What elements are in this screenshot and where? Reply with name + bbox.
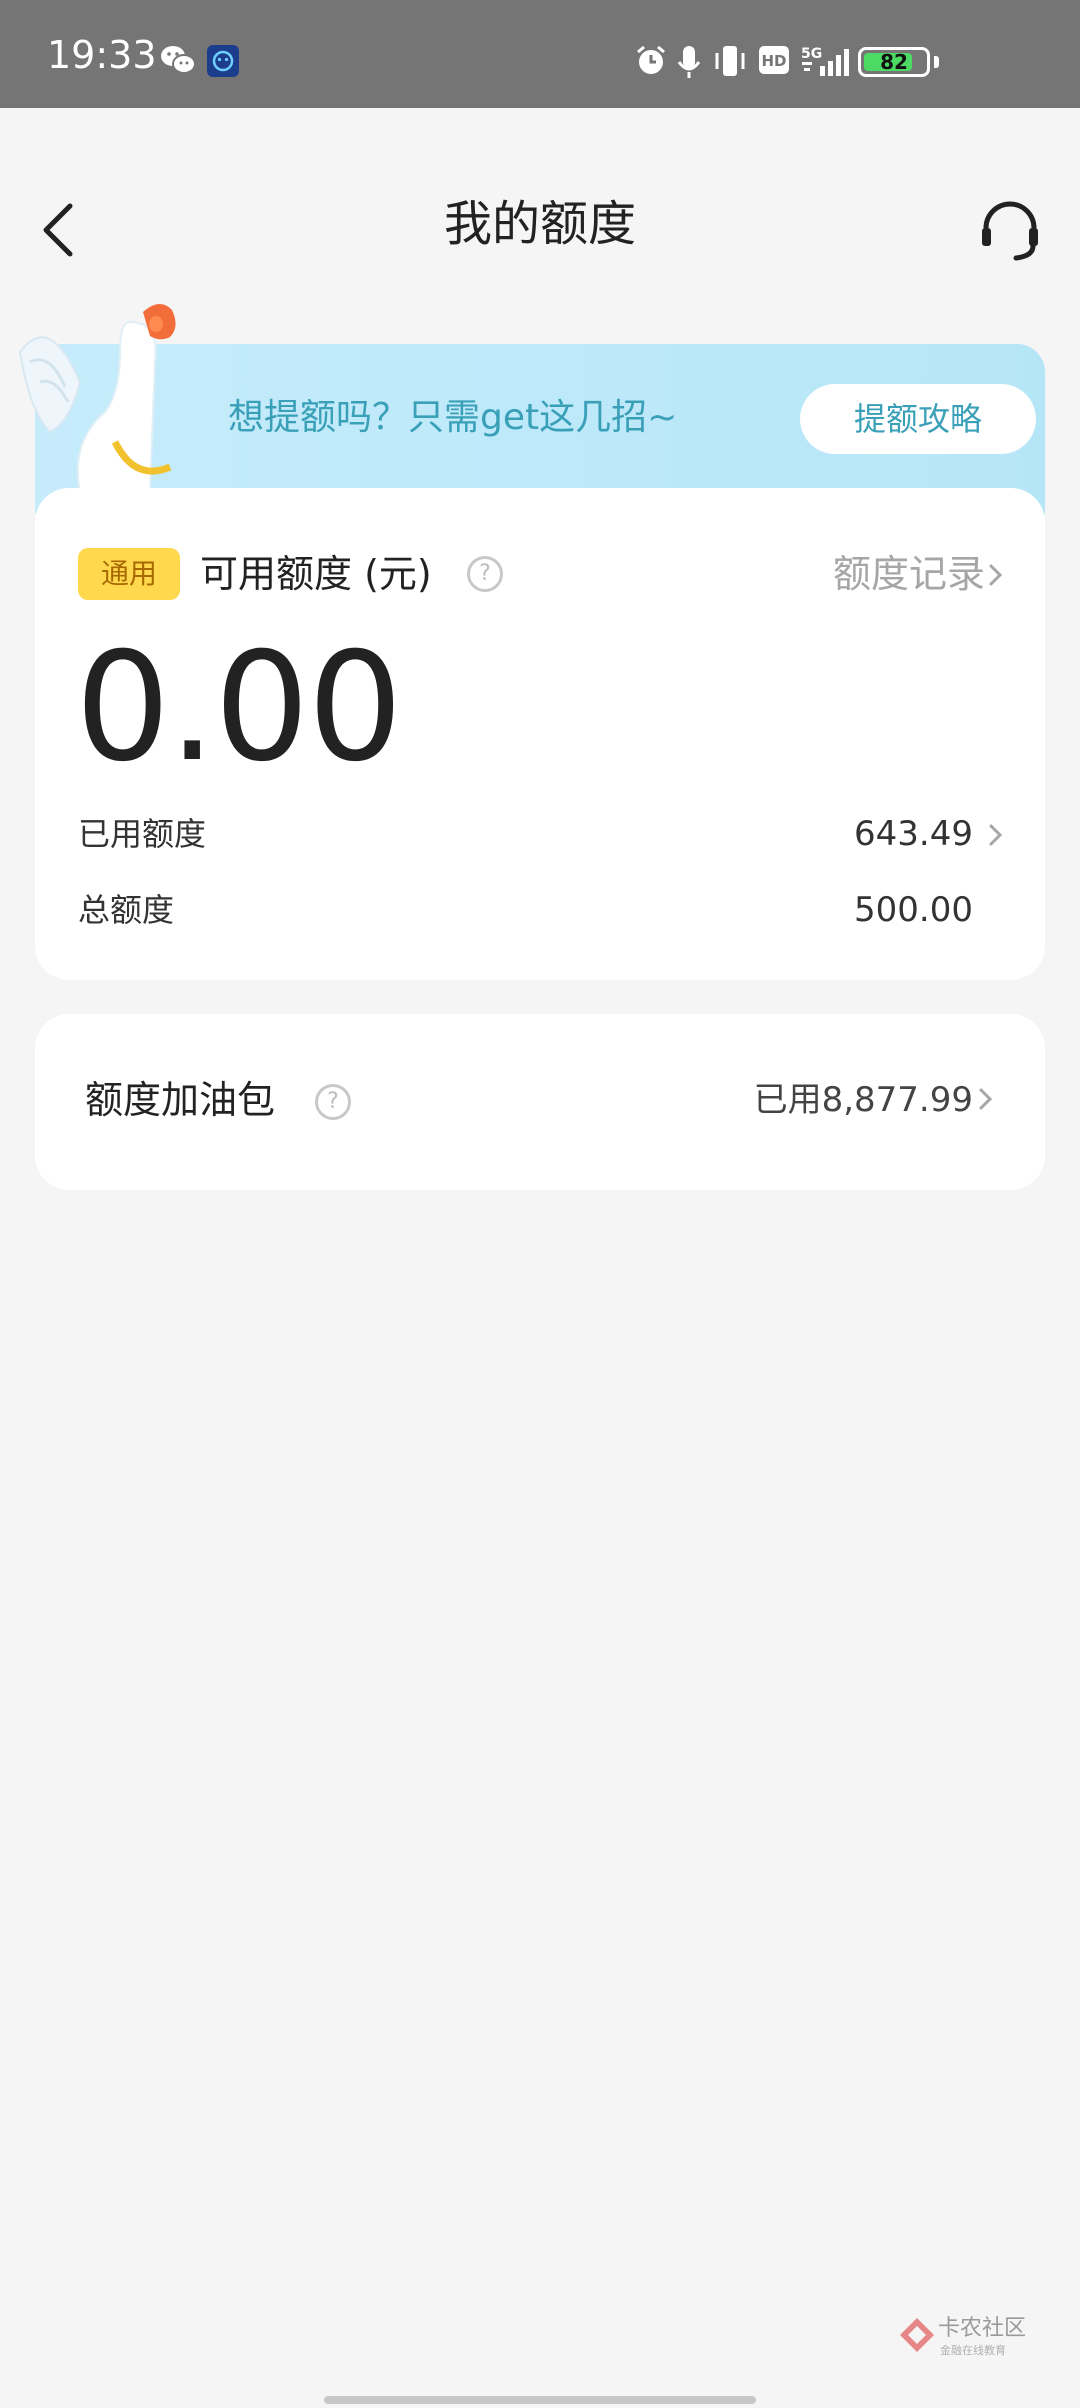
help-icon[interactable]: ? (315, 1084, 351, 1120)
limit-fuel-pack-card[interactable]: 额度加油包 ? 已用8,877.99 (35, 1014, 1045, 1190)
limit-tips-button[interactable]: 提额攻略 (800, 384, 1036, 454)
battery-level: 82 (880, 50, 908, 74)
used-limit-label: 已用额度 (78, 815, 207, 853)
customer-service-icon[interactable] (978, 198, 1042, 262)
5g-label: 5G (801, 46, 822, 62)
mic-icon (677, 46, 701, 78)
banner-text: 想提额吗？只需get这几招~ (228, 397, 678, 438)
wechat-icon (161, 46, 196, 74)
battery-tip (934, 56, 939, 68)
general-tag: 通用 (78, 548, 180, 600)
status-time: 19:33 (47, 33, 157, 77)
app-notification-icon (207, 45, 239, 77)
watermark-logo-icon (900, 2318, 934, 2352)
hd-icon: HD (759, 46, 789, 74)
available-limit-label: 可用额度 (元) (200, 552, 432, 596)
help-icon[interactable]: ? (467, 556, 503, 592)
hd-icon-label: HD (761, 52, 786, 70)
total-limit-value: 500.00 (854, 890, 973, 930)
status-bar: 19:33 HD 5G 82 (0, 0, 1080, 108)
fuel-pack-used-value[interactable]: 已用8,877.99 (754, 1074, 973, 1126)
goose-mascot-icon (18, 303, 176, 492)
chevron-right-icon[interactable] (987, 562, 1005, 588)
battery-icon: 82 (858, 47, 930, 77)
vibrate-icon (715, 46, 745, 76)
limit-records-link[interactable]: 额度记录 (833, 546, 985, 602)
5g-signal-icon: 5G (801, 46, 849, 76)
chevron-right-icon[interactable] (987, 822, 1005, 848)
total-limit-label: 总额度 (78, 891, 175, 929)
chevron-right-icon[interactable] (977, 1086, 995, 1112)
home-indicator[interactable] (324, 2396, 756, 2404)
used-limit-value[interactable]: 643.49 (854, 812, 973, 856)
available-amount: 0.00 (75, 621, 403, 795)
page-title: 我的额度 (443, 196, 636, 252)
quota-card: 通用 可用额度 (元) ? 额度记录 0.00 已用额度 643.49 总额度 … (35, 488, 1045, 980)
watermark-text: 卡农社区 (938, 2316, 1027, 2341)
alarm-icon (637, 45, 665, 74)
watermark-subtext: 金融在线教育 (940, 2344, 1006, 2357)
fuel-pack-label: 额度加油包 (85, 1078, 276, 1122)
